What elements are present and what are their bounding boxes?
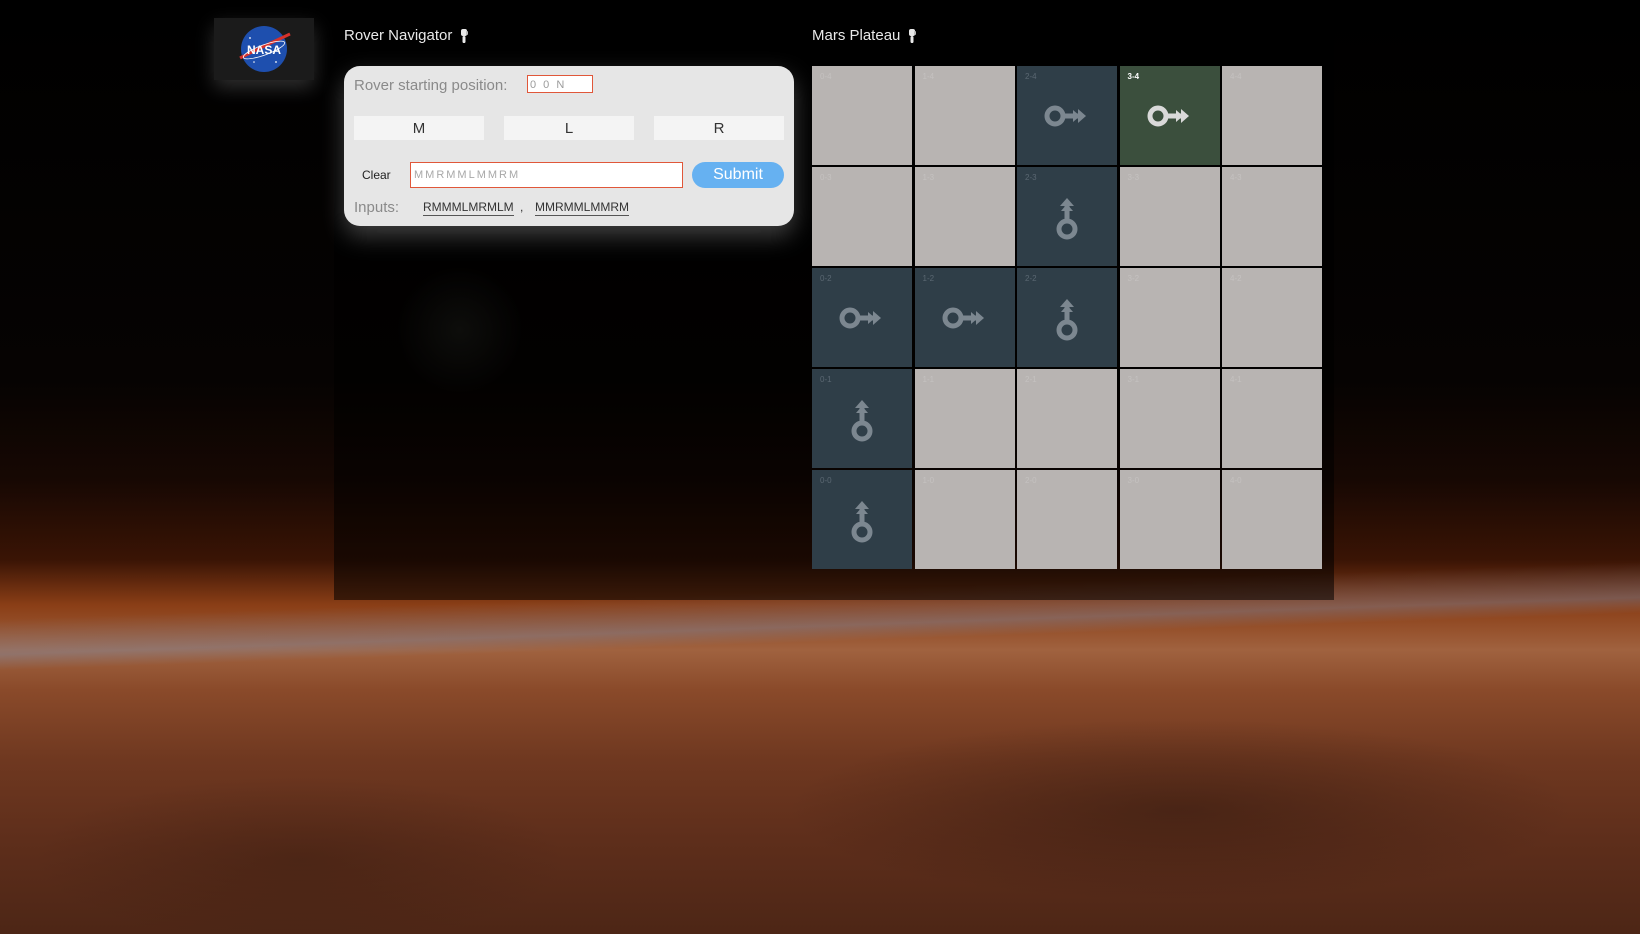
plateau-grid: 0-4 1-4 2-4 3-4 4-4 0-3 1-3 2-3 3-3 4-3 0-2 1-2 2-2 3…: [812, 66, 1322, 571]
cell-coordinate-label: 4-0: [1230, 476, 1242, 485]
plateau-cell-1-4[interactable]: 1-4: [914, 66, 1015, 165]
cell-coordinate-label: 1-4: [922, 72, 935, 81]
cell-coordinate-label: 2-1: [1025, 375, 1037, 384]
cell-coordinate-label: 1-3: [922, 173, 935, 182]
plateau-cell-4-0[interactable]: 4-0: [1222, 470, 1322, 569]
plateau-cell-3-1[interactable]: 3-1: [1119, 369, 1220, 468]
submit-button[interactable]: Submit: [692, 162, 784, 188]
plateau-cell-1-3[interactable]: 1-3: [914, 167, 1015, 266]
pointing-hand-icon: [461, 28, 469, 43]
plateau-cell-3-3[interactable]: 3-3: [1119, 167, 1220, 266]
rover-east-icon: [942, 307, 984, 328]
plateau-cell-4-2[interactable]: 4-2: [1222, 268, 1322, 367]
rover-navigator-title-text: Rover Navigator: [344, 27, 453, 44]
cell-coordinate-label: 0-4: [820, 72, 832, 81]
plateau-cell-4-4[interactable]: 4-4: [1222, 66, 1322, 165]
plateau-cell-2-2[interactable]: 2-2: [1017, 268, 1117, 367]
plateau-cell-1-1[interactable]: 1-1: [914, 369, 1015, 468]
pointing-hand-icon: [909, 28, 917, 43]
rover-east-icon: [1044, 105, 1086, 126]
plateau-cell-0-1[interactable]: 0-1: [812, 369, 912, 468]
cell-coordinate-label: 3-3: [1127, 173, 1140, 182]
plateau-cell-1-0[interactable]: 1-0: [914, 470, 1015, 569]
plateau-cell-3-2[interactable]: 3-2: [1119, 268, 1220, 367]
right-button[interactable]: R: [654, 116, 784, 140]
rover-north-icon: [1056, 298, 1078, 340]
input-history-item[interactable]: RMMMLMRMLM: [423, 200, 514, 216]
plateau-cell-1-2[interactable]: 1-2: [914, 268, 1015, 367]
cell-coordinate-label: 3-0: [1127, 476, 1140, 485]
cell-coordinate-label: 1-1: [922, 375, 935, 384]
cell-coordinate-label: 2-4: [1025, 72, 1037, 81]
rover-north-icon: [1056, 197, 1078, 239]
cell-coordinate-label: 0-1: [820, 375, 832, 384]
input-history-item[interactable]: MMRMMLMMRM: [535, 200, 629, 216]
cell-coordinate-label: 4-4: [1230, 72, 1242, 81]
input-separator: ,: [520, 200, 524, 214]
cell-coordinate-label: 0-0: [820, 476, 832, 485]
cell-coordinate-label: 0-3: [820, 173, 832, 182]
plateau-cell-0-4[interactable]: 0-4: [812, 66, 912, 165]
cell-coordinate-label: 4-3: [1230, 173, 1242, 182]
plateau-cell-2-3[interactable]: 2-3: [1017, 167, 1117, 266]
plateau-cell-0-3[interactable]: 0-3: [812, 167, 912, 266]
plateau-cell-2-1[interactable]: 2-1: [1017, 369, 1117, 468]
plateau-cell-2-4[interactable]: 2-4: [1017, 66, 1117, 165]
inputs-label: Inputs:: [354, 199, 400, 216]
mars-plateau-title: Mars Plateau: [812, 27, 918, 44]
cell-coordinate-label: 3-2: [1127, 274, 1140, 283]
cell-coordinate-label: 4-1: [1230, 375, 1242, 384]
rover-north-icon: [851, 500, 873, 542]
cell-coordinate-label: 2-3: [1025, 173, 1037, 182]
starting-position-input[interactable]: 0 0 N: [527, 75, 593, 93]
plateau-cell-3-0[interactable]: 3-0: [1119, 470, 1220, 569]
move-button[interactable]: M: [354, 116, 484, 140]
nasa-logo-icon: NASA: [239, 26, 291, 72]
cell-coordinate-label: 3-4: [1127, 72, 1140, 81]
nasa-logo: NASA: [214, 18, 314, 80]
plateau-cell-0-0[interactable]: 0-0: [812, 470, 912, 569]
rover-east-icon: [1147, 105, 1189, 126]
starting-position-label: Rover starting position:: [354, 77, 508, 94]
plateau-cell-2-0[interactable]: 2-0: [1017, 470, 1117, 569]
cell-coordinate-label: 1-0: [922, 476, 935, 485]
cell-coordinate-label: 1-2: [922, 274, 935, 283]
rover-navigator-card: Rover starting position: 0 0 N M L R Cle…: [344, 66, 794, 226]
command-input[interactable]: MMRMMLMMRM: [410, 162, 683, 188]
mars-plateau-title-text: Mars Plateau: [812, 27, 901, 44]
plateau-cell-0-2[interactable]: 0-2: [812, 268, 912, 367]
plateau-cell-4-1[interactable]: 4-1: [1222, 369, 1322, 468]
cell-coordinate-label: 2-2: [1025, 274, 1037, 283]
cell-coordinate-label: 4-2: [1230, 274, 1242, 283]
rover-navigator-title: Rover Navigator: [344, 27, 470, 44]
cell-coordinate-label: 3-1: [1127, 375, 1140, 384]
clear-button[interactable]: Clear: [362, 168, 391, 182]
rover-north-icon: [851, 399, 873, 441]
svg-text:NASA: NASA: [247, 43, 281, 57]
plateau-cell-3-4[interactable]: 3-4: [1119, 66, 1220, 165]
left-button[interactable]: L: [504, 116, 634, 140]
plateau-cell-4-3[interactable]: 4-3: [1222, 167, 1322, 266]
cell-coordinate-label: 0-2: [820, 274, 832, 283]
rover-east-icon: [839, 307, 881, 328]
cell-coordinate-label: 2-0: [1025, 476, 1037, 485]
